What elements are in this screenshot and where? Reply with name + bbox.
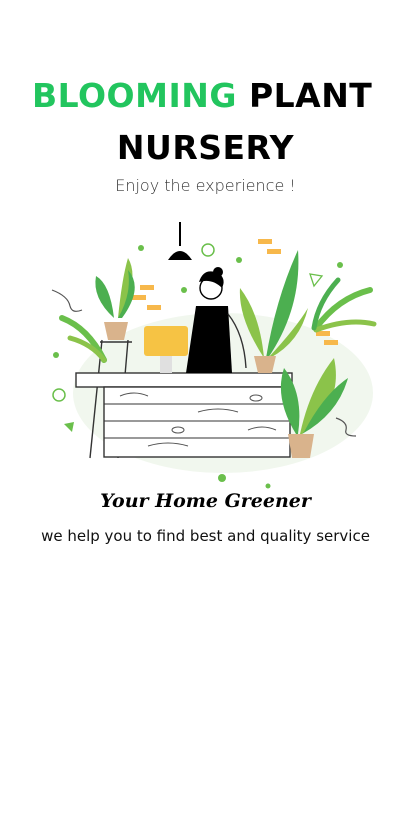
decor-triangle bbox=[64, 422, 74, 432]
counter-top bbox=[75, 372, 293, 388]
decor-dot bbox=[218, 474, 226, 482]
decor-dot bbox=[265, 483, 271, 489]
brick bbox=[267, 249, 281, 254]
decor-triangle bbox=[309, 273, 324, 288]
lamp-shade bbox=[168, 251, 192, 260]
squiggle bbox=[51, 289, 83, 312]
decor-dot bbox=[236, 257, 242, 263]
brick bbox=[140, 285, 154, 290]
right-pot bbox=[288, 434, 314, 458]
palm-leaf bbox=[313, 319, 377, 333]
monitor-stand bbox=[160, 356, 172, 373]
app-title-line-1: BLOOMING PLANT bbox=[32, 76, 392, 115]
keeper-bun bbox=[213, 267, 223, 277]
decor-dot bbox=[53, 352, 59, 358]
subtitle: Enjoy the experience ! bbox=[115, 176, 296, 195]
brick bbox=[147, 305, 161, 310]
decor-dot bbox=[337, 262, 343, 268]
app-title-accent: BLOOMING bbox=[32, 76, 237, 115]
palm-leaf bbox=[311, 277, 341, 331]
decor-dot bbox=[138, 245, 144, 251]
left-pot bbox=[104, 322, 128, 340]
tagline: Your Home Greener bbox=[100, 490, 311, 512]
decor-circle bbox=[201, 243, 215, 257]
monitor bbox=[144, 326, 188, 356]
description: we help you to find best and quality ser… bbox=[41, 527, 370, 545]
brick bbox=[324, 340, 338, 345]
brick bbox=[132, 295, 146, 300]
decor-dot bbox=[181, 287, 187, 293]
plant-shop-illustration bbox=[51, 222, 377, 489]
left-plant-leaf bbox=[95, 276, 114, 318]
brick bbox=[258, 239, 272, 244]
app-title-line-2: NURSERY bbox=[116, 128, 295, 167]
decor-circle bbox=[52, 388, 66, 402]
app-title-rest: PLANT bbox=[248, 76, 373, 115]
